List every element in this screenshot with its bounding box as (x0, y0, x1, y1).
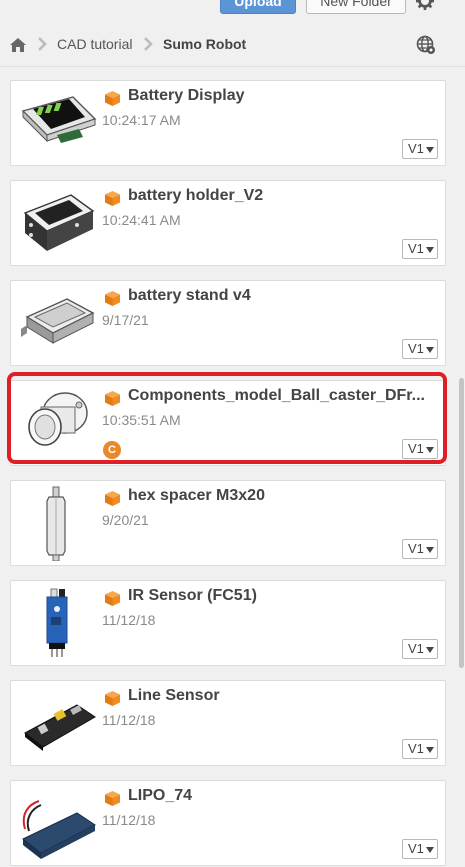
design-cube-icon (105, 591, 120, 606)
version-dropdown[interactable]: V1 (402, 239, 438, 259)
file-thumbnail (17, 685, 99, 761)
file-thumbnail (17, 385, 99, 461)
version-dropdown[interactable]: V1 (402, 539, 438, 559)
scrollbar[interactable] (459, 378, 464, 668)
file-card[interactable]: Components_model_Ball_caster_DFr... 10:3… (10, 380, 446, 466)
new-folder-button[interactable]: New Folder (306, 0, 406, 14)
version-dropdown[interactable]: V1 (402, 339, 438, 359)
globe-icon[interactable] (416, 35, 436, 55)
file-date: 10:24:41 AM (102, 212, 181, 228)
gear-icon[interactable] (416, 0, 434, 10)
thumbnail-battery-display (21, 96, 97, 143)
file-date: 11/12/18 (102, 812, 156, 828)
file-thumbnail (17, 285, 99, 361)
file-card[interactable]: Battery Display 10:24:17 AM V1 (10, 80, 446, 166)
version-dropdown[interactable]: V1 (402, 139, 438, 159)
version-dropdown[interactable]: V1 (402, 739, 438, 759)
file-name[interactable]: Components_model_Ball_caster_DFr... (128, 387, 438, 405)
version-label: V1 (408, 441, 424, 456)
chevron-down-icon (426, 547, 434, 553)
thumbnail-battery-holder (23, 194, 95, 251)
design-cube-icon (105, 791, 120, 806)
file-list: Battery Display 10:24:17 AM V1 battery h… (0, 67, 460, 867)
chevron-down-icon (426, 347, 434, 353)
file-date: 11/12/18 (102, 612, 156, 628)
version-label: V1 (408, 641, 424, 656)
thumbnail-hex-spacer (46, 486, 66, 562)
file-name[interactable]: Battery Display (128, 87, 438, 105)
design-cube-icon (105, 91, 120, 106)
thumbnail-battery-stand (21, 298, 95, 344)
thumbnail-line-sensor (24, 704, 96, 751)
upload-button[interactable]: Upload (220, 0, 296, 14)
file-date: 9/20/21 (102, 512, 149, 528)
file-name[interactable]: battery stand v4 (128, 287, 438, 305)
thumbnail-ir-sensor (46, 588, 68, 657)
file-thumbnail (17, 485, 99, 562)
design-cube-icon (105, 391, 120, 406)
toolbar: Upload New Folder (0, 0, 465, 22)
version-label: V1 (408, 341, 424, 356)
breadcrumb: CAD tutorial Sumo Robot (0, 26, 465, 62)
version-dropdown[interactable]: V1 (402, 439, 438, 459)
breadcrumb-sumo-robot: Sumo Robot (163, 36, 247, 52)
file-name[interactable]: IR Sensor (FC51) (128, 587, 438, 605)
file-thumbnail (17, 85, 99, 161)
file-thumbnail (17, 185, 99, 261)
chevron-down-icon (426, 847, 434, 853)
breadcrumb-cad-tutorial[interactable]: CAD tutorial (57, 36, 132, 52)
file-name[interactable]: hex spacer M3x20 (128, 487, 438, 505)
file-date: 9/17/21 (102, 312, 149, 328)
version-label: V1 (408, 241, 424, 256)
chevron-down-icon (426, 147, 434, 153)
file-card[interactable]: battery stand v4 9/17/21 V1 (10, 280, 446, 366)
design-cube-icon (105, 191, 120, 206)
file-card[interactable]: hex spacer M3x20 9/20/21 V1 (10, 480, 446, 566)
file-date: 11/12/18 (102, 712, 156, 728)
file-card[interactable]: IR Sensor (FC51) 11/12/18 V1 (10, 580, 446, 666)
home-icon[interactable] (9, 37, 27, 53)
chevron-down-icon (426, 747, 434, 753)
design-cube-icon (105, 291, 120, 306)
file-card[interactable]: Line Sensor 11/12/18 V1 (10, 680, 446, 766)
design-cube-icon (105, 691, 120, 706)
version-dropdown[interactable]: V1 (402, 839, 438, 859)
thumbnail-ball-caster (28, 392, 88, 446)
file-date: 10:24:17 AM (102, 112, 181, 128)
version-label: V1 (408, 841, 424, 856)
chevron-right-icon (144, 37, 153, 51)
file-name[interactable]: LIPO_74 (128, 787, 438, 805)
version-label: V1 (408, 741, 424, 756)
chevron-down-icon (426, 647, 434, 653)
file-name[interactable]: battery holder_V2 (128, 187, 438, 205)
chevron-down-icon (426, 247, 434, 253)
version-label: V1 (408, 141, 424, 156)
file-date: 10:35:51 AM (102, 412, 181, 428)
file-card[interactable]: LIPO_74 11/12/18 V1 (10, 780, 446, 866)
file-thumbnail (17, 785, 99, 861)
file-card[interactable]: battery holder_V2 10:24:41 AM V1 (10, 180, 446, 266)
chevron-right-icon (38, 37, 47, 51)
version-label: V1 (408, 541, 424, 556)
design-cube-icon (105, 491, 120, 506)
chevron-down-icon (426, 447, 434, 453)
component-badge: C (103, 441, 121, 459)
file-thumbnail (17, 585, 99, 661)
version-dropdown[interactable]: V1 (402, 639, 438, 659)
file-name[interactable]: Line Sensor (128, 687, 438, 705)
thumbnail-lipo-battery (22, 800, 96, 859)
